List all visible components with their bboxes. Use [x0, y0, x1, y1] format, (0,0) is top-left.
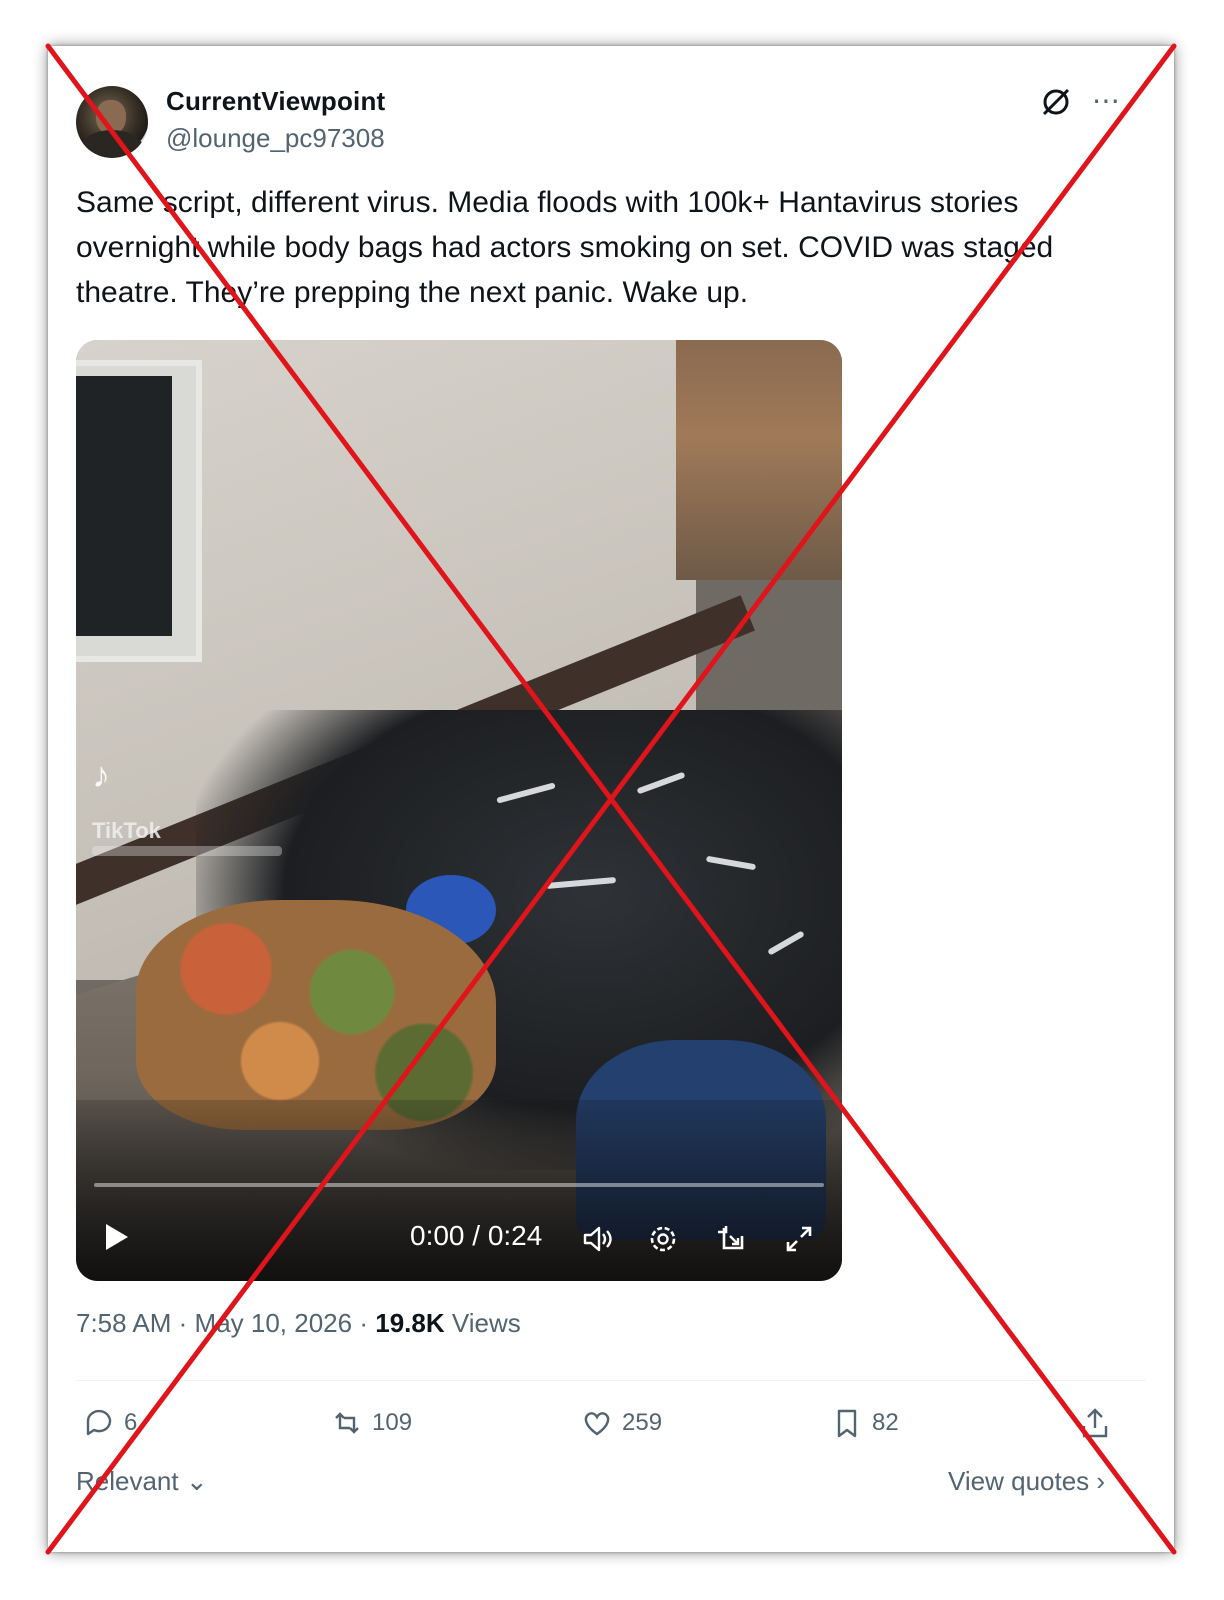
post-time[interactable]: 7:58 AM — [76, 1308, 171, 1338]
repost-icon — [335, 1412, 359, 1434]
video-progress-bar[interactable] — [94, 1183, 824, 1187]
avatar-face — [96, 100, 126, 134]
video-frame-window — [76, 360, 202, 662]
settings-icon[interactable] — [646, 1222, 680, 1256]
repost-count: 109 — [372, 1409, 413, 1436]
video-time: 0:00 / 0:24 — [410, 1220, 543, 1251]
meta-separator: · — [359, 1308, 369, 1338]
bookmark-count: 82 — [872, 1409, 899, 1436]
share-icon — [1082, 1408, 1108, 1438]
like-button[interactable]: 259 — [580, 1398, 662, 1448]
reply-button[interactable]: 6 — [82, 1398, 137, 1448]
grok-icon[interactable] — [1038, 84, 1074, 120]
volume-icon[interactable] — [580, 1222, 614, 1256]
fullscreen-icon[interactable] — [782, 1222, 816, 1256]
chevron-right-icon: › — [1096, 1466, 1106, 1496]
video-frame-camo — [136, 900, 496, 1130]
meta-separator: · — [178, 1308, 188, 1338]
reply-count: 6 — [124, 1409, 138, 1436]
tiktok-username-blur — [92, 846, 282, 856]
more-icon[interactable]: ⋯ — [1092, 84, 1121, 117]
sort-label: Relevant — [76, 1466, 179, 1496]
chevron-down-icon: ⌄ — [185, 1466, 208, 1496]
divider — [76, 1380, 1146, 1381]
tiktok-watermark: TikTok — [92, 818, 161, 843]
view-quotes-label: View quotes — [948, 1466, 1090, 1496]
avatar[interactable] — [76, 86, 148, 158]
share-button[interactable] — [1078, 1398, 1120, 1448]
reply-icon — [86, 1409, 112, 1436]
action-bar: 6 109 259 82 — [76, 1398, 1146, 1448]
post-metadata: 7:58 AM · May 10, 2026 · 19.8K Views — [76, 1308, 521, 1339]
like-icon — [584, 1412, 610, 1436]
video-controls: 0:00 / 0:24 — [76, 1200, 842, 1280]
user-handle[interactable]: @lounge_pc97308 — [166, 123, 385, 154]
sort-relevant-dropdown[interactable]: Relevant ⌄ — [76, 1466, 208, 1497]
tweet-text: Same script, different virus. Media floo… — [76, 186, 1054, 309]
bookmark-icon — [837, 1409, 857, 1438]
video-player[interactable]: ♪ TikTok 0:00 / 0:24 — [76, 340, 842, 1281]
play-icon[interactable] — [106, 1224, 128, 1250]
display-name[interactable]: CurrentViewpoint — [166, 86, 385, 117]
tweet-card: CurrentViewpoint @lounge_pc97308 ⋯ Same … — [48, 46, 1174, 1552]
post-date[interactable]: May 10, 2026 — [195, 1308, 353, 1338]
views-count: 19.8K — [375, 1308, 445, 1338]
tiktok-logo-icon: ♪ — [92, 754, 110, 795]
view-quotes-link[interactable]: View quotes › — [948, 1466, 1105, 1497]
like-count: 259 — [622, 1409, 663, 1436]
bookmark-button[interactable]: 82 — [830, 1398, 899, 1448]
avatar-shoulder — [80, 130, 144, 158]
pip-icon[interactable] — [714, 1222, 748, 1256]
repost-button[interactable]: 109 — [330, 1398, 412, 1448]
views-label: Views — [451, 1308, 521, 1338]
video-frame-cabinet — [676, 340, 842, 580]
